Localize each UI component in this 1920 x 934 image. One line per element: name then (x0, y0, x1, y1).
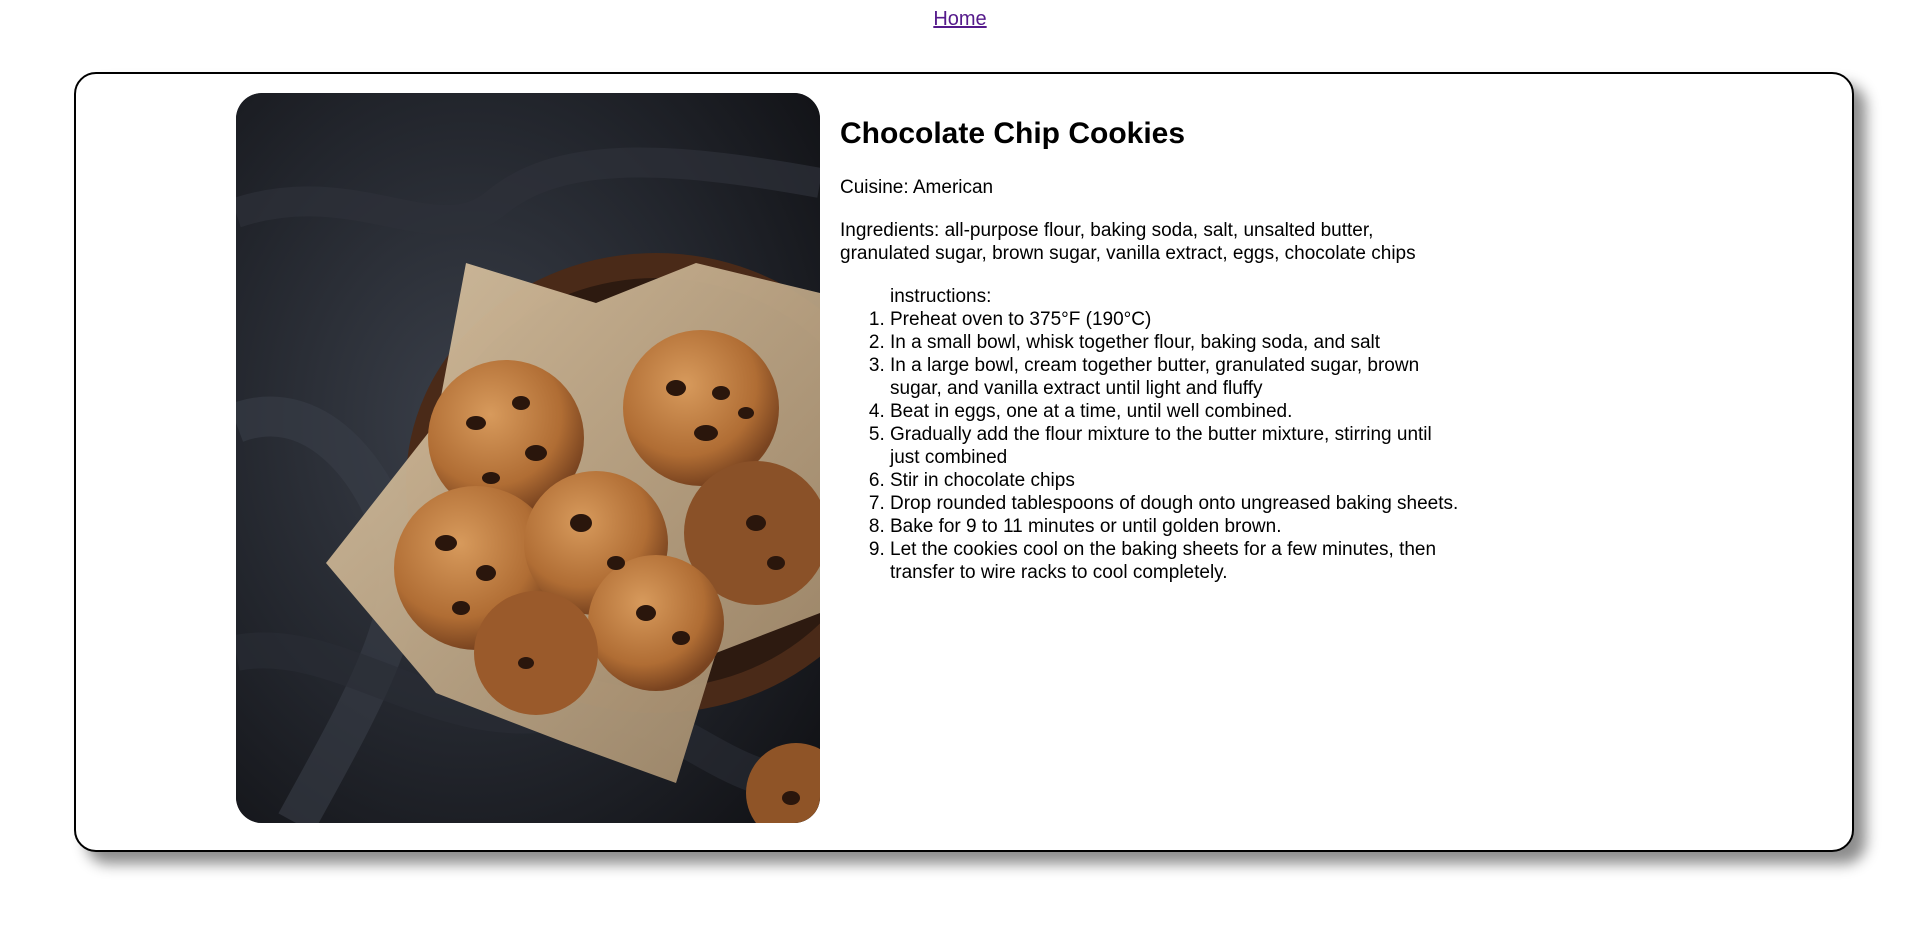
recipe-photo (236, 93, 820, 823)
home-link[interactable]: Home (933, 8, 986, 30)
recipe-cuisine: Cuisine: American (840, 177, 994, 198)
recipe-title: Chocolate Chip Cookies (840, 117, 1186, 150)
recipe-ingredients: Ingredients: all-purpose flour, baking s… (840, 220, 1416, 264)
instruction-step: Let the cookies cool on the baking sheet… (890, 538, 1460, 584)
recipe-details: Chocolate Chip Cookies Cuisine: American… (840, 112, 1460, 584)
instruction-step: Drop rounded tablespoons of dough onto u… (890, 492, 1460, 515)
instruction-step: Bake for 9 to 11 minutes or until golden… (890, 515, 1460, 538)
instruction-step: In a large bowl, cream together butter, … (890, 354, 1460, 400)
top-nav: Home (0, 8, 1920, 31)
instructions-label: instructions: (890, 286, 992, 307)
cookies-in-bowl-photo (236, 93, 820, 823)
instruction-step: Preheat oven to 375°F (190°C) (890, 308, 1460, 331)
instruction-step: Gradually add the flour mixture to the b… (890, 423, 1460, 469)
instruction-step: Stir in chocolate chips (890, 469, 1460, 492)
instruction-step: Beat in eggs, one at a time, until well … (890, 400, 1460, 423)
instructions-list: Preheat oven to 375°F (190°C) In a small… (840, 308, 1460, 584)
instruction-step: In a small bowl, whisk together flour, b… (890, 331, 1460, 354)
